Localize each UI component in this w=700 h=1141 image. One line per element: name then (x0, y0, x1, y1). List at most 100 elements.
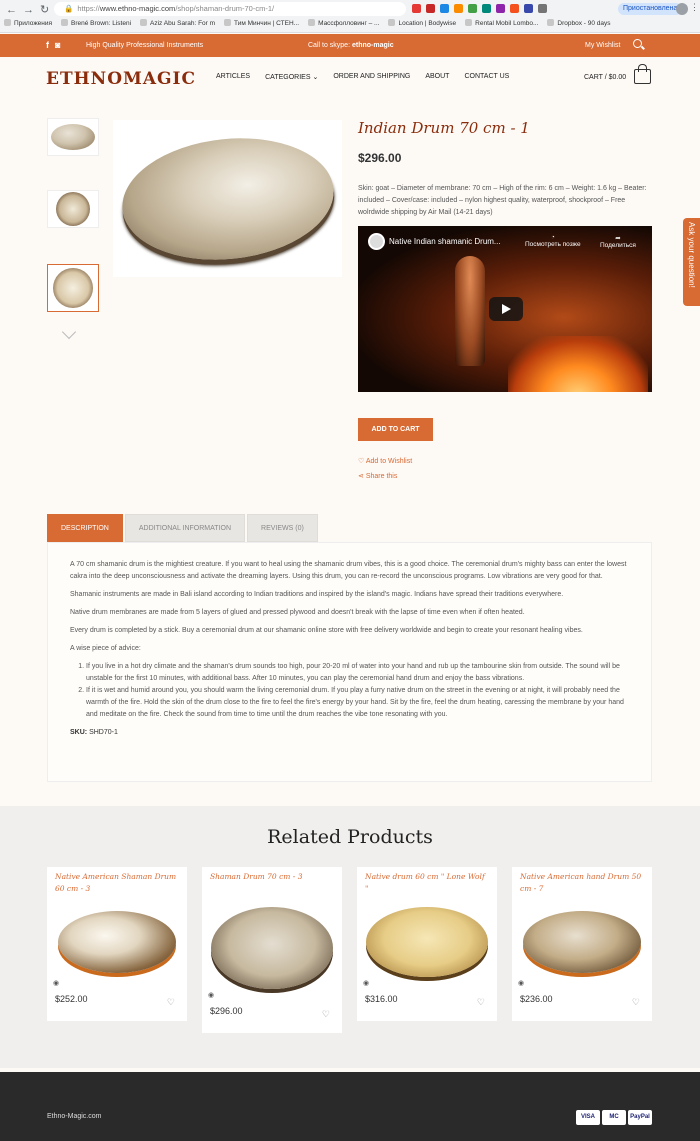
bookmark[interactable]: Приложения (4, 19, 52, 27)
menu-icon[interactable]: ⋮ (690, 2, 699, 13)
extension-icon[interactable] (454, 4, 463, 13)
tab-description[interactable]: DESCRIPTION (47, 514, 123, 542)
extension-icon[interactable] (482, 4, 491, 13)
heart-icon[interactable]: ♡ (632, 992, 640, 1012)
product-short-description: Skin: goat – Diameter of membrane: 70 cm… (358, 185, 647, 216)
bookmark[interactable]: Location | Bodywise (388, 19, 456, 27)
product-card-price-row: $236.00 ♡ (512, 989, 652, 1021)
skype-contact[interactable]: Call to skype: ethno-magic (308, 42, 394, 49)
eye-icon[interactable]: ◉ (363, 979, 369, 987)
product-card-image[interactable]: ◉ (47, 895, 187, 989)
search-icon[interactable] (633, 39, 642, 48)
product-card[interactable]: Shaman Drum 70 cm - 3 ◉ $296.00 ♡ (202, 867, 342, 1033)
profile-button[interactable]: Приостановлена (618, 3, 683, 15)
product-card-name[interactable]: Native American hand Drum 50 cm - 7 (512, 867, 652, 895)
heart-icon: ♡ (358, 458, 365, 465)
wolf-drum-image (366, 907, 488, 977)
bookmark[interactable]: Массфолловинг – ... (308, 19, 379, 27)
bookmark[interactable]: Dropbox - 90 days (547, 19, 610, 27)
share-icon: ⋖ (358, 473, 364, 480)
product-main-image[interactable] (113, 120, 342, 277)
extension-icon[interactable] (426, 4, 435, 13)
product-card-name[interactable]: Native drum 60 cm " Lone Wolf " (357, 867, 497, 895)
drum-image (115, 127, 340, 270)
channel-avatar[interactable] (368, 233, 385, 250)
product-card-name[interactable]: Native American Shaman Drum 60 cm - 3 (47, 867, 187, 895)
bookmarks-bar: Приложения Brené Brown: Listeni Aziz Abu… (4, 19, 611, 27)
video-embed[interactable]: Native Indian shamanic Drum... ◔ Посмотре… (358, 226, 652, 392)
tab-reviews[interactable]: REVIEWS (0) (247, 514, 318, 542)
eye-icon[interactable]: ◉ (53, 979, 59, 987)
chevron-down-icon[interactable] (61, 324, 77, 340)
url-scheme: https:// (77, 4, 100, 13)
my-wishlist-link[interactable]: My Wishlist (585, 42, 620, 49)
extension-icon[interactable] (412, 4, 421, 13)
add-to-wishlist-link[interactable]: ♡ Add to Wishlist (358, 457, 412, 465)
description-paragraph: Every drum is completed by a stick. Buy … (70, 627, 583, 634)
product-card-image[interactable]: ◉ (357, 895, 497, 989)
product-card-image[interactable]: ◉ (202, 895, 342, 1001)
heart-icon[interactable]: ♡ (477, 992, 485, 1012)
product-card[interactable]: Native American hand Drum 50 cm - 7 ◉ $2… (512, 867, 652, 1021)
nav-categories[interactable]: CATEGORIES ⌄ (265, 73, 318, 81)
clock-icon: ◔ (550, 234, 555, 241)
eye-icon[interactable]: ◉ (518, 979, 524, 987)
related-products: Related Products Native American Shaman … (0, 806, 700, 1068)
video-title[interactable]: Native Indian shamanic Drum... (389, 237, 501, 246)
product-card-name[interactable]: Shaman Drum 70 cm - 3 (202, 867, 342, 895)
site-header: ETHNOMAGIC ARTICLES CATEGORIES ⌄ ORDER A… (0, 57, 700, 102)
product-card-price-row: $316.00 ♡ (357, 989, 497, 1021)
gallery-thumbnail[interactable] (47, 190, 99, 228)
browser-chrome: ←→↻ 🔒 https://www.ethno-magic.com/shop/sh… (0, 0, 700, 33)
video-share-button[interactable]: ➦ Поделиться (600, 234, 636, 249)
site-logo[interactable]: ETHNOMAGIC (46, 69, 196, 89)
product-card-image[interactable]: ◉ (512, 895, 652, 989)
extension-icon[interactable] (524, 4, 533, 13)
description-panel: A 70 cm shamanic drum is the mightiest c… (47, 542, 652, 782)
heart-icon[interactable]: ♡ (167, 992, 175, 1012)
extension-icon[interactable] (510, 4, 519, 13)
extension-icon[interactable] (440, 4, 449, 13)
extension-icon[interactable] (496, 4, 505, 13)
bookmark[interactable]: Rental Mobil Lombo... (465, 19, 538, 27)
share-link[interactable]: ⋖ Share this (358, 472, 397, 480)
skype-id[interactable]: ethno-magic (352, 42, 394, 49)
extension-icon[interactable] (538, 4, 547, 13)
gallery-thumbnail[interactable] (47, 264, 99, 312)
avatar[interactable] (676, 3, 688, 15)
play-icon[interactable] (489, 297, 523, 321)
shopping-bag-icon[interactable] (634, 64, 651, 84)
extension-icon[interactable] (468, 4, 477, 13)
browser-nav-buttons[interactable]: ←→↻ (6, 3, 55, 16)
description-paragraph: Native drum membranes are made from 5 la… (70, 609, 525, 616)
nav-articles[interactable]: ARTICLES (216, 73, 250, 81)
watch-later-button[interactable]: ◔ Посмотреть позже (525, 234, 581, 248)
product-title: Indian Drum 70 cm - 1 (358, 119, 530, 137)
add-to-cart-button[interactable]: ADD TO CART (358, 418, 433, 441)
bookmark[interactable]: Тим Минчин | СТЕН... (224, 19, 299, 27)
gallery-thumbnail[interactable] (47, 118, 99, 156)
description-paragraph: Shamanic instruments are made in Bali is… (70, 591, 564, 598)
tab-additional-information[interactable]: ADDITIONAL INFORMATION (124, 514, 246, 542)
extension-icons[interactable] (412, 4, 547, 13)
bookmark[interactable]: Brené Brown: Listeni (61, 19, 131, 27)
ask-question-tab[interactable]: Ask your question! (683, 218, 700, 306)
facebook-icon[interactable]: f (46, 40, 55, 50)
heart-icon[interactable]: ♡ (322, 1004, 330, 1024)
nav-about[interactable]: ABOUT (425, 73, 449, 81)
cart-link[interactable]: CART / $0.00 (584, 74, 626, 81)
address-bar[interactable]: 🔒 https://www.ethno-magic.com/shop/shaman… (54, 2, 406, 16)
product-card[interactable]: Native American Shaman Drum 60 cm - 3 ◉ … (47, 867, 187, 1021)
nav-order-shipping[interactable]: ORDER AND SHIPPING (333, 73, 410, 81)
product-card[interactable]: Native drum 60 cm " Lone Wolf " ◉ $316.0… (357, 867, 497, 1021)
instagram-icon[interactable]: ◙ (55, 40, 66, 50)
nav-contact[interactable]: CONTACT US (464, 73, 509, 81)
video-still-fire (508, 336, 648, 392)
top-bar: f◙ High Quality Professional Instruments… (0, 34, 700, 57)
bookmark[interactable]: Aziz Abu Sarah: For m (140, 19, 215, 27)
mastercard-icon: MC (602, 1110, 626, 1125)
eye-icon[interactable]: ◉ (208, 991, 214, 999)
drum-image (51, 124, 95, 150)
product-tabs: DESCRIPTION ADDITIONAL INFORMATION REVIE… (47, 514, 318, 542)
share-label: Share this (365, 473, 398, 480)
